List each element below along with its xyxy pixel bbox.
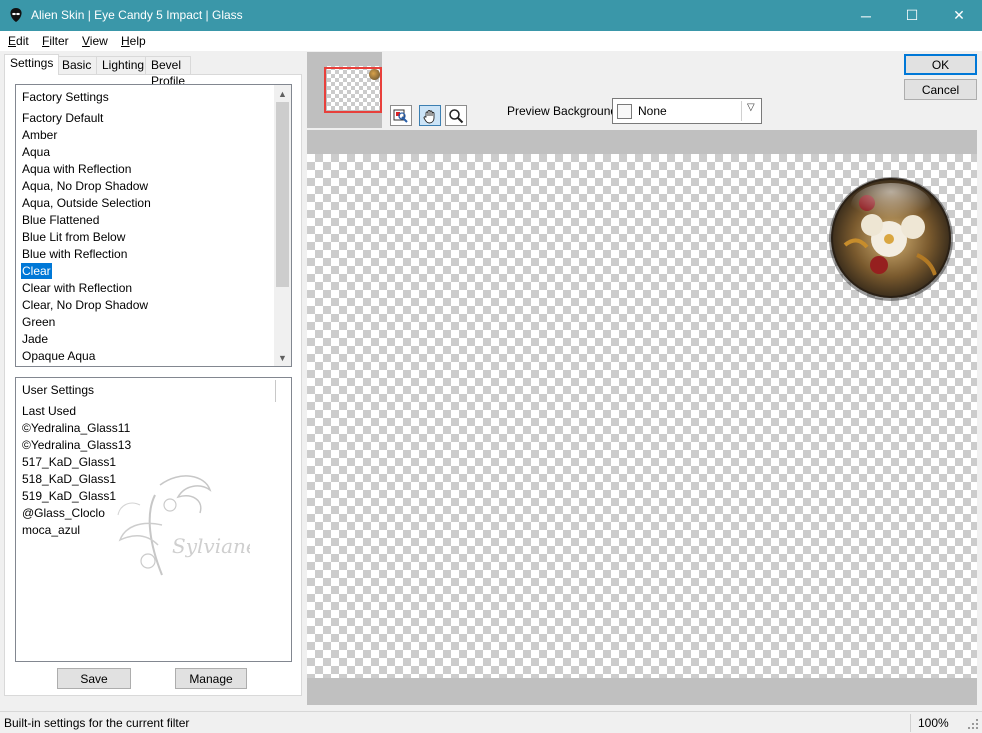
list-item[interactable]: Blue Flattened: [21, 212, 100, 228]
menu-view-label: iew: [89, 34, 108, 48]
menu-bar: Edit Filter View Help: [0, 31, 982, 51]
ok-button[interactable]: OK: [904, 54, 977, 75]
list-item[interactable]: Opaque Aqua: [21, 348, 96, 364]
status-text: Built-in settings for the current filter: [4, 716, 190, 730]
factory-settings-header: Factory Settings: [22, 90, 109, 104]
chevron-down-icon[interactable]: ▽: [747, 102, 755, 113]
list-item[interactable]: Blue with Reflection: [21, 246, 128, 262]
tab-basic[interactable]: Basic: [56, 56, 98, 74]
hand-icon: [423, 109, 435, 123]
hand-tool-button[interactable]: [419, 105, 441, 126]
zoom-icon: [449, 108, 464, 123]
list-item[interactable]: moca_azul: [21, 522, 81, 538]
menu-filter-label: ilter: [49, 34, 69, 48]
tab-settings[interactable]: Settings: [4, 54, 60, 75]
status-separator: [910, 714, 911, 732]
glass-effect-preview-image: [829, 177, 953, 301]
watermark-text: Sylviane: [172, 534, 250, 558]
list-item[interactable]: Green: [21, 314, 56, 330]
list-item[interactable]: Aqua, No Drop Shadow: [21, 178, 149, 194]
list-item[interactable]: Amber: [21, 127, 58, 143]
cancel-button[interactable]: Cancel: [904, 79, 977, 100]
list-item[interactable]: Clear, No Drop Shadow: [21, 297, 149, 313]
zoom-tool-button[interactable]: [445, 105, 467, 126]
list-item[interactable]: Aqua, Outside Selection: [21, 195, 152, 211]
status-bar: Built-in settings for the current filter…: [0, 711, 982, 733]
tab-lighting[interactable]: Lighting: [96, 56, 151, 74]
close-icon: ✕: [953, 7, 965, 23]
menu-filter[interactable]: Filter: [42, 34, 69, 48]
resize-grip-icon[interactable]: [967, 718, 979, 730]
column-divider: [275, 380, 276, 402]
list-item[interactable]: ©Yedralina_Glass11: [21, 420, 131, 436]
preview-background-label: Preview Background:: [507, 104, 621, 118]
window-title: Alien Skin | Eye Candy 5 Impact | Glass: [31, 8, 243, 22]
menu-help-label: elp: [129, 34, 146, 48]
menu-edit[interactable]: Edit: [8, 34, 29, 48]
list-item[interactable]: Last Used: [21, 403, 77, 419]
scroll-down-icon[interactable]: ▼: [274, 349, 291, 366]
list-item[interactable]: Aqua with Reflection: [21, 161, 132, 177]
menu-edit-accel: E: [8, 34, 17, 48]
sylviane-watermark: Sylviane: [117, 475, 250, 576]
maximize-icon: ☐: [905, 7, 919, 23]
list-item[interactable]: @Glass_Cloclo: [21, 505, 106, 521]
list-item-selected[interactable]: Clear: [21, 263, 52, 279]
menu-help-accel: H: [121, 34, 130, 48]
factory-list-scrollbar[interactable]: ▲ ▼: [274, 85, 291, 366]
maximize-button[interactable]: ☐: [889, 0, 935, 31]
minimize-button[interactable]: ─: [843, 0, 889, 31]
user-settings-header: User Settings: [22, 383, 95, 397]
menu-view-accel: V: [82, 34, 90, 48]
navigator-tool-button[interactable]: [390, 105, 412, 126]
list-item[interactable]: ©Yedralina_Glass13: [21, 437, 132, 453]
list-item[interactable]: Jade: [21, 331, 49, 347]
minimize-icon: ─: [861, 7, 871, 24]
alien-skin-app-icon: [10, 8, 22, 22]
preview-background-value: None: [638, 104, 667, 118]
manage-button[interactable]: Manage: [175, 668, 247, 689]
preview-background-select[interactable]: None ▽: [612, 98, 762, 124]
menu-edit-label: dit: [16, 34, 29, 48]
title-bar: Alien Skin | Eye Candy 5 Impact | Glass …: [0, 0, 982, 31]
navigator-tool-icon: [393, 109, 408, 123]
background-swatch: [617, 104, 632, 119]
scroll-up-icon[interactable]: ▲: [274, 85, 291, 102]
menu-view[interactable]: View: [82, 34, 108, 48]
scroll-thumb[interactable]: [276, 102, 289, 287]
select-divider: [741, 101, 742, 121]
factory-settings-list[interactable]: Factory Settings Factory Default Amber A…: [15, 84, 292, 367]
close-button[interactable]: ✕: [936, 0, 982, 31]
tab-bevel-profile[interactable]: Bevel Profile: [145, 56, 192, 88]
list-item[interactable]: Factory Default: [21, 110, 104, 126]
save-button[interactable]: Save: [57, 668, 131, 689]
list-item[interactable]: Aqua: [21, 144, 51, 160]
list-item[interactable]: Blue Lit from Below: [21, 229, 126, 245]
navigator-glass-thumb: [369, 69, 380, 80]
menu-help[interactable]: Help: [121, 34, 146, 48]
list-item[interactable]: Clear with Reflection: [21, 280, 133, 296]
zoom-level: 100%: [918, 716, 949, 730]
